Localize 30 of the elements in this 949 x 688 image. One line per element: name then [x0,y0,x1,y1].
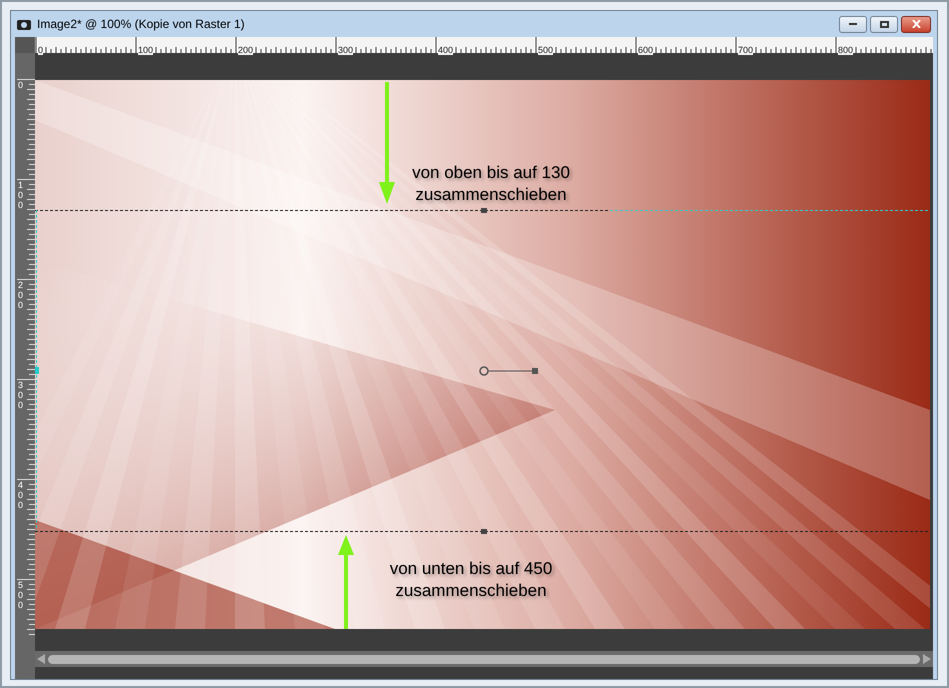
close-button[interactable] [901,16,931,32]
guide-handle[interactable] [35,367,39,374]
ruler-label: 600 [638,45,654,55]
annotation-text: von unten bis auf 450 [390,558,552,580]
ruler-label: 200 [238,45,254,55]
ruler-label: 400 [438,45,454,55]
ruler-label: 0 [38,45,44,55]
ruler-label: 500 [538,45,554,55]
left-arrow-icon[interactable] [37,654,45,664]
annotation-text: von oben bis auf 130 [412,162,570,184]
ruler-label: 100 [138,45,154,55]
ruler-label: 700 [738,45,754,55]
guide-handle[interactable] [481,529,487,534]
close-icon [912,20,920,28]
ruler-label: 800 [838,45,854,55]
annotation-text: zusammenschieben [395,580,547,602]
camera-icon [17,18,31,30]
right-arrow-icon[interactable] [923,654,931,664]
rotation-handle[interactable] [479,366,539,376]
guide-handle[interactable] [481,208,487,213]
ruler-label: 300 [338,45,354,55]
horizontal-scrollbar[interactable] [35,651,933,667]
annotation-text: zusammenschieben [415,184,567,206]
maximize-button[interactable] [870,16,898,32]
guide-line[interactable] [35,531,930,532]
arrow-icon [338,535,354,629]
window-title: Image2* @ 100% (Kopie von Raster 1) [37,16,245,33]
arrow-icon [379,82,395,204]
guide-line[interactable] [35,210,930,211]
minimize-button[interactable] [839,16,867,32]
